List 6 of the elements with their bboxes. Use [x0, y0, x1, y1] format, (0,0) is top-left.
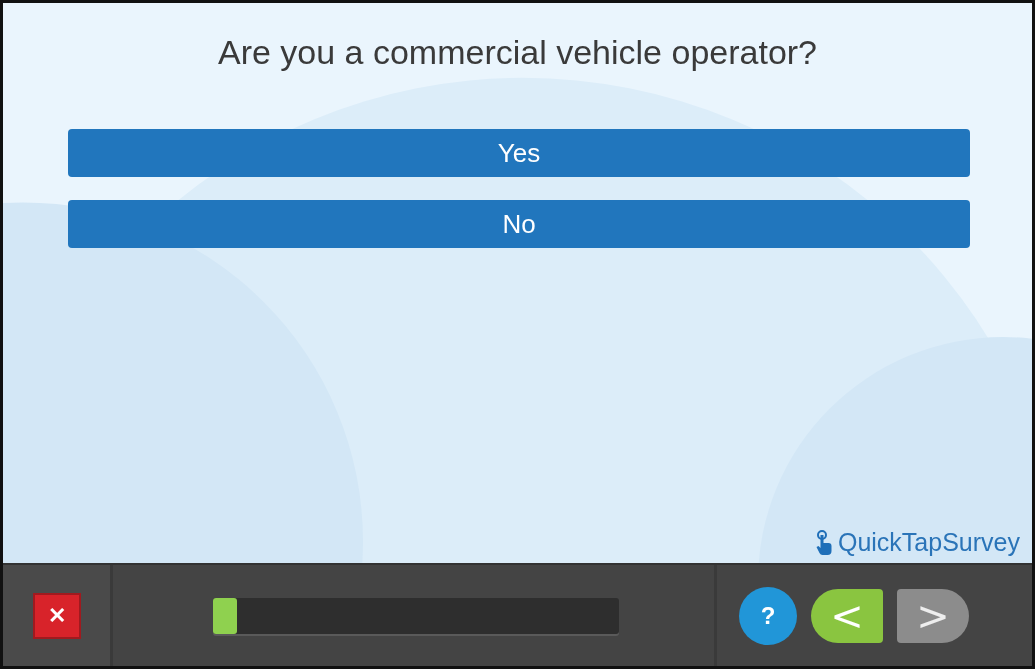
brand-logo-text: QuickTapSurvey [837, 528, 1020, 558]
question-text: Are you a commercial vehicle operator? [216, 33, 819, 72]
close-button[interactable]: ✕ [32, 592, 81, 639]
answer-button[interactable]: Yes [68, 129, 970, 177]
help-button[interactable]: ? [739, 586, 797, 645]
answer-button[interactable]: No [68, 200, 970, 248]
